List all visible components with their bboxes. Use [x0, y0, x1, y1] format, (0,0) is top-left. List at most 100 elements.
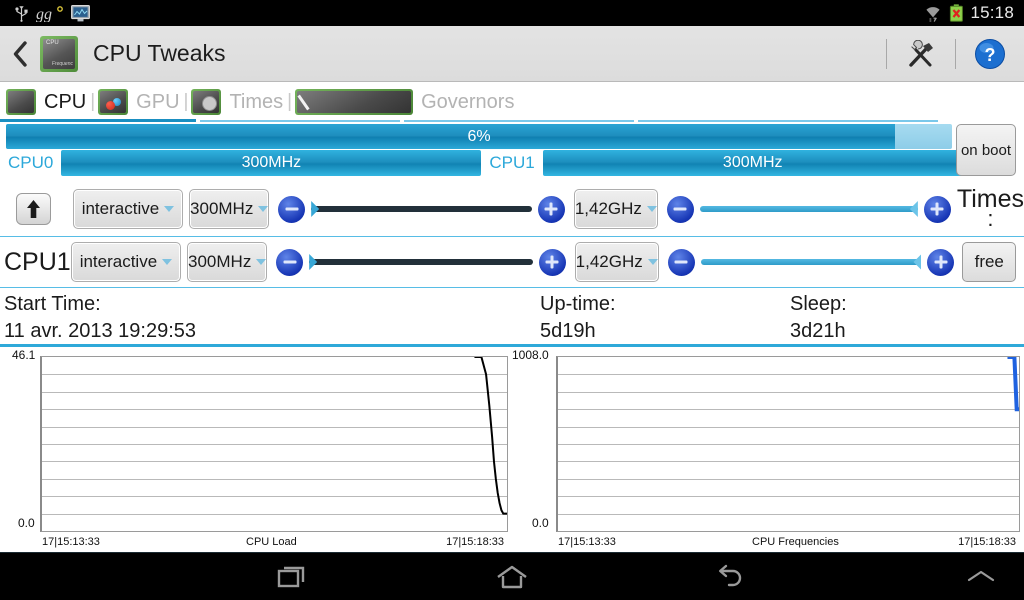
start-time-column: Start Time: 11 avr. 2013 19:29:53	[4, 291, 196, 345]
cpu1-governor-select[interactable]: interactive	[70, 242, 182, 282]
cpu1-min-decrease-button[interactable]	[276, 248, 304, 276]
action-bar-actions: ?	[872, 26, 1024, 81]
tab-bar: CPU | GPU | Times | Governors	[0, 82, 1024, 122]
cpu1-max-decrease-button[interactable]	[667, 248, 695, 276]
help-icon: ?	[975, 38, 1005, 69]
tab-cpu[interactable]: CPU	[6, 82, 86, 122]
slider-thumb[interactable]	[913, 254, 922, 270]
tab-underline-governors	[638, 120, 938, 122]
cpu-freq-ymax-label: 1008.0	[512, 348, 549, 362]
cpu0-frequency-bar: 300MHz	[61, 150, 482, 176]
cpu1-max-freq-select[interactable]: 1,42GHz	[574, 242, 659, 282]
tab-governors[interactable]: Governors	[295, 82, 514, 122]
tab-times[interactable]: Times	[191, 82, 283, 122]
tab-underline-times	[404, 120, 634, 122]
cpu0-max-freq-slider[interactable]	[699, 197, 918, 221]
tab-underline-active	[0, 119, 196, 122]
status-bar-right: 15:18	[923, 3, 1024, 23]
cpu-usage-bar: 6%	[6, 124, 952, 149]
free-button[interactable]: free	[962, 242, 1016, 282]
back-chevron-icon	[13, 40, 27, 67]
cpu1-tag: CPU1	[489, 153, 535, 172]
cpu0-min-decrease-button[interactable]	[278, 195, 306, 223]
monitor-icon	[71, 4, 90, 21]
slider-track	[309, 259, 533, 265]
cpu1-min-increase-button[interactable]	[538, 248, 566, 276]
cpu-frequencies-chart[interactable]: 1008.0 0.0 17|15:13:33 CPU Frequencies 1…	[512, 348, 1024, 552]
cpu-frequencies-title: CPU Frequencies	[752, 536, 839, 548]
chevron-up-icon	[967, 570, 995, 582]
cpu1-governor-value: interactive	[79, 252, 158, 271]
cpu1-min-freq-slider[interactable]	[309, 250, 533, 274]
cpu0-max-decrease-button[interactable]	[666, 195, 694, 223]
cpu1-min-freq-value: 300MHz	[188, 252, 252, 271]
status-bar-clock: 15:18	[970, 3, 1014, 22]
help-button[interactable]: ?	[970, 38, 1010, 70]
cpu0-min-increase-button[interactable]	[537, 195, 565, 223]
cpu-chip-icon	[6, 89, 36, 115]
gg-icon: gg	[36, 6, 63, 22]
cpu0-max-freq-select[interactable]: 1,42GHz	[573, 189, 658, 229]
cpu-load-title: CPU Load	[246, 536, 297, 548]
svg-text:gg: gg	[36, 6, 52, 22]
cpu0-control-row: interactive 300MHz 1,42GHz Times :	[0, 183, 1024, 235]
start-time-value: 11 avr. 2013 19:29:53	[4, 320, 197, 342]
chevron-down-icon	[646, 206, 657, 212]
tab-gpu[interactable]: GPU	[98, 82, 180, 122]
cpu-freq-ymin-label: 0.0	[532, 516, 549, 530]
sleep-column: Sleep: 3d21h	[790, 291, 847, 345]
tab-underline-gpu	[200, 120, 400, 122]
home-button[interactable]	[488, 553, 536, 600]
app-icon: Frequenc	[40, 35, 78, 72]
tools-button[interactable]	[901, 39, 941, 68]
chevron-down-icon	[162, 259, 173, 265]
tab-underline	[0, 119, 1024, 122]
recents-button[interactable]	[268, 553, 316, 600]
cpu1-max-freq-value: 1,42GHz	[575, 252, 643, 271]
tab-gpu-label: GPU	[136, 90, 180, 113]
on-boot-button[interactable]: on boot	[956, 124, 1016, 176]
sleep-label: Sleep:	[790, 293, 847, 315]
slider-thumb[interactable]	[311, 201, 320, 217]
cpu-load-chart[interactable]: 46.1 0.0 17|15:13:33 CPU Load 17|15:18:3…	[0, 348, 512, 552]
cpu0-governor-select[interactable]: interactive	[72, 189, 184, 229]
sleep-value: 3d21h	[790, 320, 846, 342]
tab-divider: |	[183, 91, 189, 112]
cpu1-row-label: CPU1	[4, 247, 71, 276]
slider-track	[311, 206, 532, 212]
usb-icon	[15, 5, 28, 22]
back-button[interactable]	[0, 40, 34, 67]
cpu0-min-freq-select[interactable]: 300MHz	[189, 189, 270, 229]
app-icon-subcaption: Frequenc	[51, 60, 73, 67]
battery-error-icon	[950, 4, 964, 22]
recents-icon	[277, 566, 305, 587]
cpu0-max-increase-button[interactable]	[923, 195, 951, 223]
wifi-icon	[926, 6, 941, 22]
slider-track	[700, 259, 922, 265]
cpu-freq-x-end: 17|15:18:33	[958, 536, 1016, 548]
slider-thumb[interactable]	[309, 254, 318, 270]
chart-trace	[1007, 357, 1019, 412]
page-title: CPU Tweaks	[93, 40, 226, 66]
tab-cpu-label: CPU	[44, 90, 87, 113]
cpu-frequency-bars: CPU0 300MHz CPU1 300MHz	[0, 150, 1024, 176]
cpu1-max-increase-button[interactable]	[927, 248, 955, 276]
chevron-down-icon	[164, 206, 175, 212]
apply-up-button[interactable]	[16, 193, 51, 225]
expand-button[interactable]	[952, 552, 1010, 600]
cpu-load-ymin-label: 0.0	[18, 516, 35, 530]
cpu0-min-freq-slider[interactable]	[311, 197, 532, 221]
uptime-value: 5d19h	[540, 320, 596, 342]
cpu0-governor-value: interactive	[81, 199, 160, 218]
tab-divider: |	[90, 91, 96, 112]
cpu-load-x-start: 17|15:13:33	[42, 536, 100, 548]
up-arrow-icon	[26, 200, 40, 218]
times-label: Times :	[956, 185, 1024, 231]
cpu0-max-freq-value: 1,42GHz	[574, 199, 642, 218]
slider-thumb[interactable]	[909, 201, 918, 217]
cpu-load-plot	[40, 356, 508, 532]
cpu1-min-freq-select[interactable]: 300MHz	[187, 242, 268, 282]
back-nav-button[interactable]	[708, 553, 756, 600]
cpu1-max-freq-slider[interactable]	[700, 250, 922, 274]
svg-text:?: ?	[985, 45, 996, 65]
